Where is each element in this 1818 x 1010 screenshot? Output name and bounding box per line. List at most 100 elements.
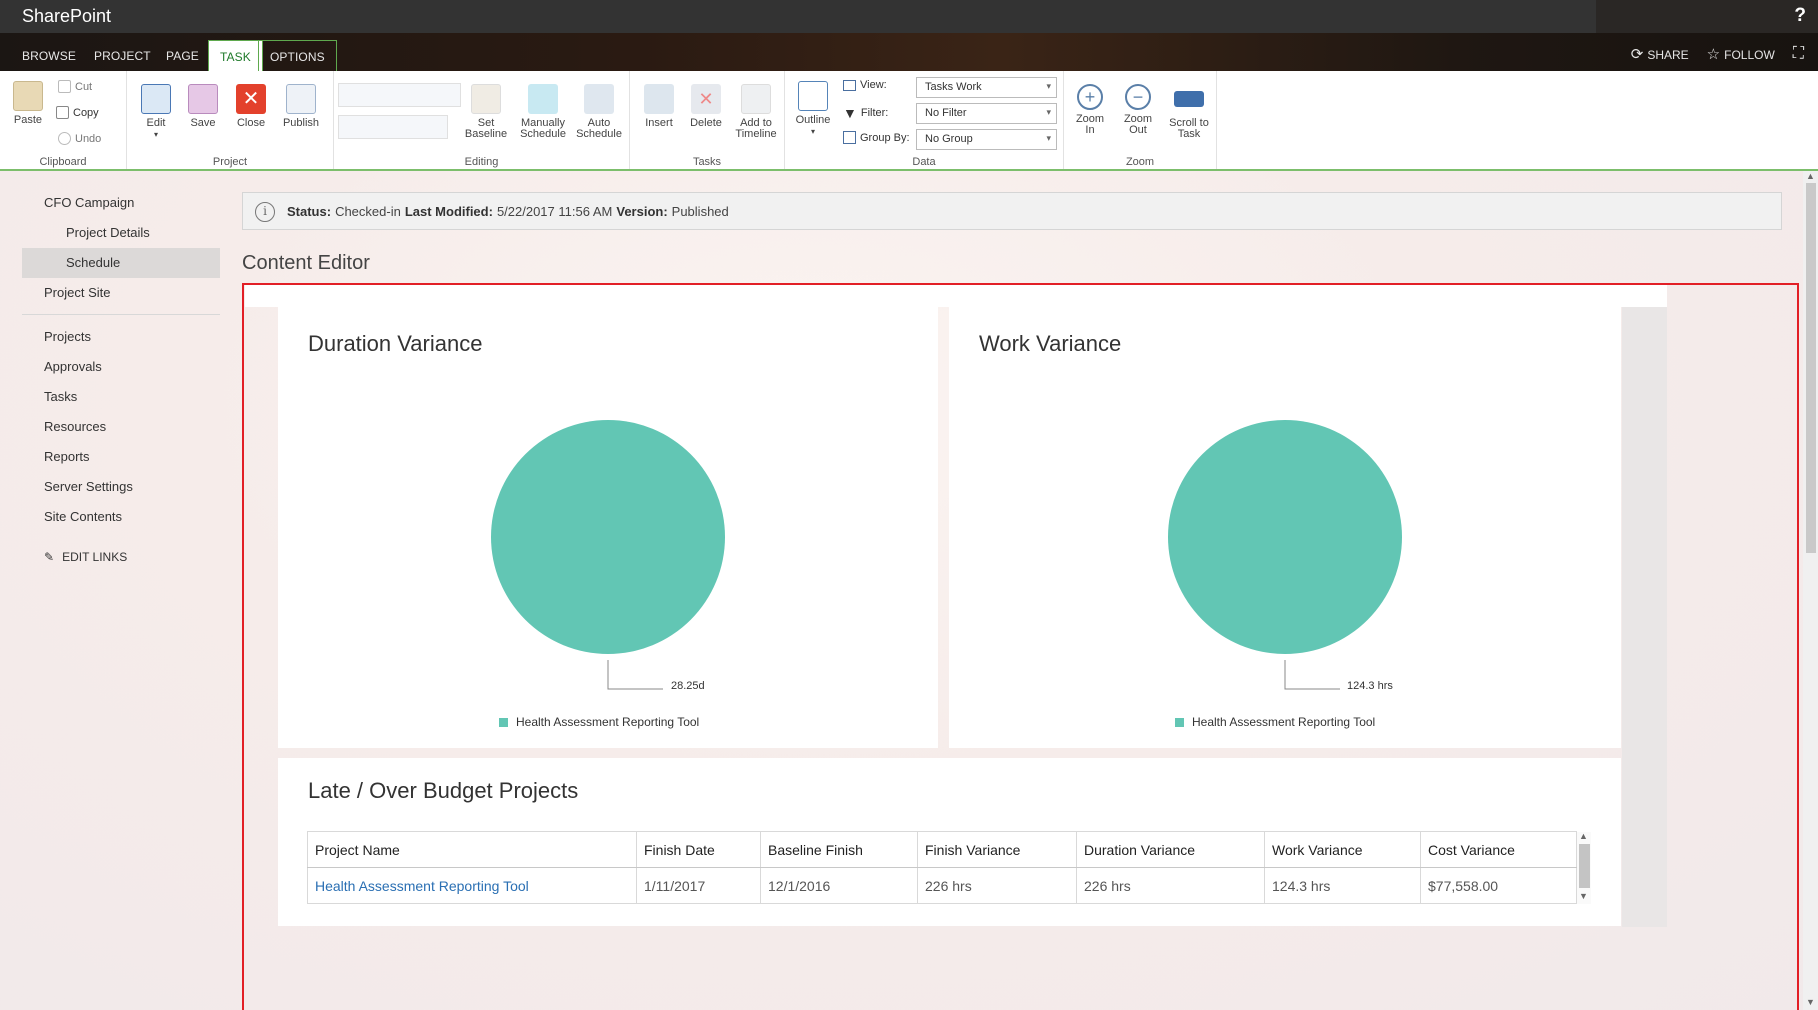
view-label: View: xyxy=(843,79,887,91)
paste-button[interactable]: Paste xyxy=(8,81,48,126)
page-scroll-thumb[interactable] xyxy=(1806,183,1816,553)
page-scrollbar[interactable]: ▲ ▼ xyxy=(1803,171,1818,1010)
indent-link-buttons[interactable] xyxy=(338,115,448,139)
scroll-to-task-button[interactable]: Scroll to Task xyxy=(1164,84,1214,140)
data-label-leader-line xyxy=(1284,660,1340,690)
scissors-icon xyxy=(58,80,71,93)
groupby-label: Group By: xyxy=(843,131,910,144)
scroll-to-task-label-2: Task xyxy=(1177,128,1201,140)
groupby-icon xyxy=(843,131,856,144)
tab-page[interactable]: PAGE xyxy=(166,49,199,63)
nav-projects[interactable]: Projects xyxy=(22,322,220,352)
scroll-down-icon[interactable]: ▼ xyxy=(1806,997,1815,1007)
undo-label: Undo xyxy=(75,132,102,145)
tab-browse[interactable]: BROWSE xyxy=(22,49,76,63)
zoom-in-button[interactable]: + Zoom In xyxy=(1072,84,1108,136)
add-to-timeline-button[interactable]: Add to Timeline xyxy=(732,84,780,140)
filter-label: ▼ Filter: xyxy=(843,105,888,121)
percent-complete-buttons[interactable] xyxy=(338,83,461,107)
pie-slice[interactable] xyxy=(491,420,725,654)
pencil-icon: ✎ xyxy=(44,550,55,564)
filter-label-text: Filter: xyxy=(860,107,889,119)
save-label: Save xyxy=(190,117,216,129)
legend-item[interactable]: Health Assessment Reporting Tool xyxy=(1175,715,1375,729)
table-cell: 124.3 hrs xyxy=(1264,867,1421,904)
editing-group-label: Editing xyxy=(464,156,499,168)
filter-select[interactable]: No Filter xyxy=(916,103,1057,124)
baseline-icon xyxy=(471,84,501,114)
table-scrollbar[interactable]: ▲ ▼ xyxy=(1577,831,1591,904)
work-variance-panel: Work Variance 124.3 hrs Health Assessmen… xyxy=(949,307,1621,748)
tab-task[interactable]: TASK xyxy=(208,40,263,71)
tab-project[interactable]: PROJECT xyxy=(94,49,151,63)
ribbon-tab-bar: BROWSE PROJECT PAGE TASK OPTIONS ⟳ SHARE … xyxy=(0,33,1818,71)
cut-button[interactable]: Cut xyxy=(58,80,92,93)
share-button[interactable]: ⟳ SHARE xyxy=(1631,45,1689,63)
auto-schedule-button[interactable]: Auto Schedule xyxy=(574,84,624,140)
follow-button[interactable]: ☆ FOLLOW xyxy=(1707,45,1775,63)
nav-schedule[interactable]: Schedule xyxy=(22,248,220,278)
column-header[interactable]: Finish Date xyxy=(636,831,761,868)
delete-button[interactable]: ✕ Delete xyxy=(686,84,726,129)
add-to-timeline-label-2: Timeline xyxy=(735,128,777,140)
nav-resources[interactable]: Resources xyxy=(22,412,220,442)
help-icon[interactable]: ? xyxy=(1794,5,1806,27)
column-header[interactable]: Cost Variance xyxy=(1420,831,1577,868)
edit-button[interactable]: Edit ▾ xyxy=(140,84,172,140)
tab-options[interactable]: OPTIONS xyxy=(258,40,337,71)
zoom-group: + Zoom In − Zoom Out Scroll to Task Zoom xyxy=(1064,71,1217,169)
column-header[interactable]: Project Name xyxy=(307,831,637,868)
close-button[interactable]: ✕ Close xyxy=(235,84,267,129)
edit-links-button[interactable]: ✎ EDIT LINKS xyxy=(22,550,220,564)
nav-project-site[interactable]: Project Site xyxy=(22,278,220,308)
pie-slice[interactable] xyxy=(1168,420,1402,654)
zoom-in-label-2: In xyxy=(1085,124,1095,136)
view-icon xyxy=(843,79,856,91)
nav-cfo-campaign[interactable]: CFO Campaign xyxy=(22,188,220,218)
tasks-group-label: Tasks xyxy=(692,156,722,168)
table-header-row: Project Name Finish Date Baseline Finish… xyxy=(307,831,1577,868)
version-value: Published xyxy=(671,203,729,219)
nav-reports[interactable]: Reports xyxy=(22,442,220,472)
column-header[interactable]: Baseline Finish xyxy=(760,831,918,868)
scroll-up-icon[interactable]: ▲ xyxy=(1579,831,1588,841)
nav-server-settings[interactable]: Server Settings xyxy=(22,472,220,502)
manually-schedule-button[interactable]: Manually Schedule xyxy=(518,84,568,140)
table-scroll-thumb[interactable] xyxy=(1579,844,1590,888)
focus-content-icon[interactable]: ⛶ xyxy=(1793,45,1804,63)
content-white-strip xyxy=(245,285,1667,307)
legend-label: Health Assessment Reporting Tool xyxy=(1192,715,1376,729)
zoom-group-label: Zoom xyxy=(1125,156,1155,168)
publish-icon xyxy=(286,84,316,114)
nav-site-contents[interactable]: Site Contents xyxy=(22,502,220,532)
status-value: Checked-in xyxy=(335,203,401,219)
nav-divider xyxy=(22,314,220,315)
set-baseline-button[interactable]: Set Baseline xyxy=(462,84,510,140)
legend-item[interactable]: Health Assessment Reporting Tool xyxy=(499,715,699,729)
nav-approvals[interactable]: Approvals xyxy=(22,352,220,382)
share-icon: ⟳ xyxy=(1630,46,1644,63)
view-select[interactable]: Tasks Work xyxy=(916,77,1057,98)
column-header[interactable]: Finish Variance xyxy=(917,831,1077,868)
duration-variance-chart xyxy=(491,420,725,690)
insert-button[interactable]: Insert xyxy=(640,84,678,129)
data-label: 28.25d xyxy=(671,680,705,692)
undo-button[interactable]: Undo xyxy=(58,132,101,145)
app-title[interactable]: SharePoint xyxy=(22,6,111,27)
project-group: Edit ▾ Save ✕ Close Publish Project xyxy=(127,71,334,169)
column-header[interactable]: Work Variance xyxy=(1264,831,1421,868)
last-modified-label: Last Modified: xyxy=(404,203,493,219)
groupby-select[interactable]: No Group xyxy=(916,129,1057,150)
scroll-down-icon[interactable]: ▼ xyxy=(1579,891,1588,901)
zoom-out-button[interactable]: − Zoom Out xyxy=(1120,84,1156,136)
save-button[interactable]: Save xyxy=(187,84,219,129)
project-name-link[interactable]: Health Assessment Reporting Tool xyxy=(307,867,637,904)
publish-button[interactable]: Publish xyxy=(281,84,321,129)
scroll-up-icon[interactable]: ▲ xyxy=(1806,171,1815,181)
nav-tasks[interactable]: Tasks xyxy=(22,382,220,412)
outline-button[interactable]: Outline ▾ xyxy=(793,81,833,137)
data-group-label: Data xyxy=(912,156,936,168)
column-header[interactable]: Duration Variance xyxy=(1076,831,1265,868)
nav-project-details[interactable]: Project Details xyxy=(22,218,220,248)
copy-button[interactable]: Copy xyxy=(56,106,99,119)
